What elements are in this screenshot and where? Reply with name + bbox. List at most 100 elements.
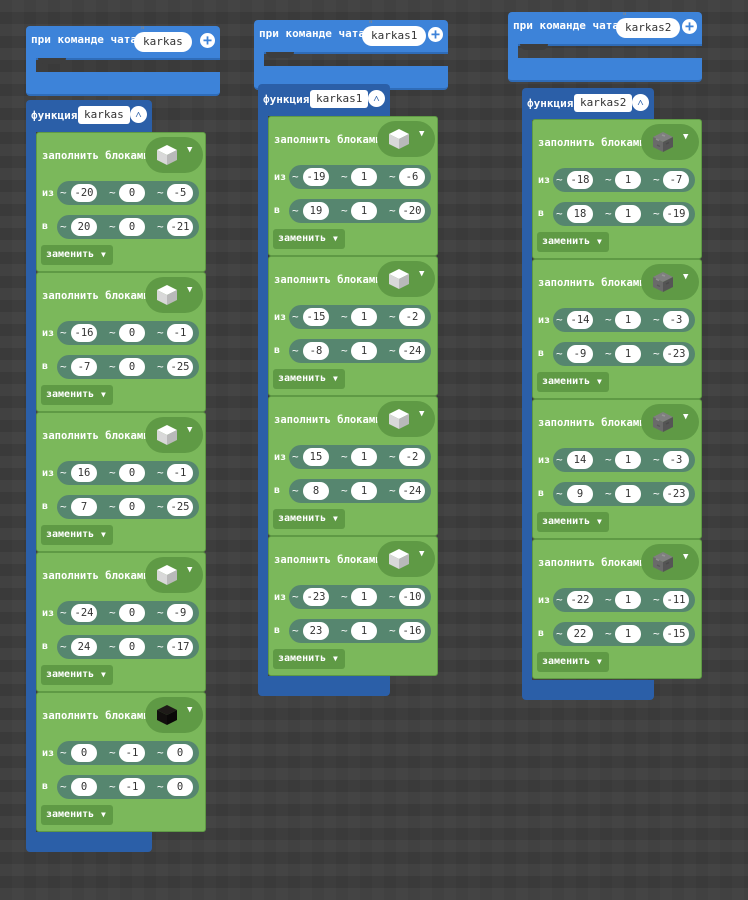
coordinate-value[interactable]: -9: [567, 345, 593, 363]
block-type-dropdown[interactable]: ▼: [145, 557, 203, 593]
fill-mode-dropdown[interactable]: заменить ▼: [273, 649, 345, 669]
coordinate-value[interactable]: 1: [351, 622, 377, 640]
coordinate-value[interactable]: -24: [399, 482, 425, 500]
coordinate-value[interactable]: -3: [663, 451, 689, 469]
coordinate-value[interactable]: 0: [71, 778, 97, 796]
coordinate-value[interactable]: -24: [71, 604, 97, 622]
fill-blocks-command[interactable]: заполнить блоками ▼ из ~15 ~1 ~ -2 в ~8 ~1 ~ -24 зам…: [268, 396, 438, 536]
coordinate-value[interactable]: 0: [71, 744, 97, 762]
fill-mode-dropdown[interactable]: заменить ▼: [41, 805, 113, 825]
block-type-dropdown[interactable]: ▼: [377, 541, 435, 577]
coordinate-value[interactable]: 19: [303, 202, 329, 220]
coordinate-value[interactable]: 0: [119, 218, 145, 236]
coordinate-value[interactable]: 1: [615, 485, 641, 503]
fill-mode-dropdown[interactable]: заменить ▼: [41, 665, 113, 685]
coordinate-value[interactable]: -25: [167, 498, 193, 516]
fill-blocks-command[interactable]: заполнить блоками ▼ из ~ -18 ~1 ~ -7 в ~18 ~1 ~ -19 з…: [532, 119, 702, 259]
block-type-dropdown[interactable]: ▼: [145, 277, 203, 313]
coordinate-value[interactable]: -15: [303, 308, 329, 326]
fill-blocks-command[interactable]: заполнить блоками ▼ из ~ -23 ~1 ~ -10 в ~23 ~1 ~ -16…: [268, 536, 438, 676]
coordinate-value[interactable]: 0: [119, 638, 145, 656]
fill-mode-dropdown[interactable]: заменить ▼: [273, 369, 345, 389]
coordinate-value[interactable]: 8: [303, 482, 329, 500]
coordinate-value[interactable]: 9: [567, 485, 593, 503]
fill-blocks-command[interactable]: заполнить блоками ▼ из ~ -16 ~0 ~ -1 в ~ -7 ~0 ~ -25 з…: [36, 272, 206, 412]
coordinate-value[interactable]: 1: [615, 171, 641, 189]
coordinate-value[interactable]: 1: [351, 482, 377, 500]
coordinate-value[interactable]: -16: [71, 324, 97, 342]
coordinate-value[interactable]: -23: [303, 588, 329, 606]
chat-command-event-block[interactable]: при команде чата karkas " +: [26, 26, 220, 96]
fill-blocks-command[interactable]: заполнить блоками ▼ из ~14 ~1 ~ -3 в ~9 ~1 ~ -23 зам…: [532, 399, 702, 539]
coordinate-value[interactable]: 1: [615, 625, 641, 643]
coordinate-value[interactable]: 14: [567, 451, 593, 469]
fill-mode-dropdown[interactable]: заменить ▼: [41, 385, 113, 405]
coordinate-value[interactable]: 0: [119, 604, 145, 622]
coordinate-value[interactable]: 0: [119, 498, 145, 516]
coordinate-value[interactable]: -2: [399, 448, 425, 466]
fill-mode-dropdown[interactable]: заменить ▼: [273, 509, 345, 529]
coordinate-value[interactable]: 0: [119, 184, 145, 202]
coordinate-value[interactable]: -9: [167, 604, 193, 622]
coordinate-value[interactable]: -24: [399, 342, 425, 360]
coordinate-value[interactable]: -5: [167, 184, 193, 202]
fill-blocks-command[interactable]: заполнить блоками ▼ из ~16 ~0 ~ -1 в ~7 ~0 ~ -25 зам…: [36, 412, 206, 552]
coordinate-value[interactable]: 1: [351, 588, 377, 606]
coordinate-value[interactable]: 1: [615, 311, 641, 329]
block-type-dropdown[interactable]: ▼: [145, 137, 203, 173]
collapse-chevron-icon[interactable]: ˄: [130, 106, 147, 123]
coordinate-value[interactable]: -15: [663, 625, 689, 643]
coordinate-value[interactable]: -20: [399, 202, 425, 220]
function-name-input[interactable]: karkas2: [574, 94, 633, 112]
chat-command-event-block[interactable]: при команде чата karkas2 " +: [508, 12, 702, 82]
coordinate-value[interactable]: -10: [399, 588, 425, 606]
function-name-input[interactable]: karkas1: [310, 90, 369, 108]
function-name-input[interactable]: karkas: [78, 106, 130, 124]
fill-blocks-command[interactable]: заполнить блоками ▼ из ~ -19 ~1 ~ -6 в ~19 ~1 ~ -20 з…: [268, 116, 438, 256]
collapse-chevron-icon[interactable]: ˄: [632, 94, 649, 111]
block-type-dropdown[interactable]: ▼: [641, 264, 699, 300]
coordinate-value[interactable]: 24: [71, 638, 97, 656]
coordinate-value[interactable]: 23: [303, 622, 329, 640]
collapse-chevron-icon[interactable]: ˄: [368, 90, 385, 107]
fill-mode-dropdown[interactable]: заменить ▼: [537, 372, 609, 392]
fill-mode-dropdown[interactable]: заменить ▼: [537, 652, 609, 672]
coordinate-value[interactable]: -19: [303, 168, 329, 186]
fill-mode-dropdown[interactable]: заменить ▼: [41, 525, 113, 545]
coordinate-value[interactable]: 1: [615, 591, 641, 609]
coordinate-value[interactable]: -16: [399, 622, 425, 640]
coordinate-value[interactable]: 16: [71, 464, 97, 482]
fill-blocks-command[interactable]: заполнить блоками ▼ из ~ -24 ~0 ~ -9 в ~24 ~0 ~ -17 з…: [36, 552, 206, 692]
block-type-dropdown[interactable]: ▼: [145, 417, 203, 453]
coordinate-value[interactable]: 15: [303, 448, 329, 466]
coordinate-value[interactable]: -1: [167, 324, 193, 342]
coordinate-value[interactable]: 0: [119, 358, 145, 376]
coordinate-value[interactable]: 18: [567, 205, 593, 223]
coordinate-value[interactable]: -7: [71, 358, 97, 376]
fill-blocks-command[interactable]: заполнить блоками ▼ из ~ -22 ~1 ~ -11 в ~22 ~1 ~ -15…: [532, 539, 702, 679]
plus-icon[interactable]: +: [428, 27, 443, 42]
coordinate-value[interactable]: 1: [351, 202, 377, 220]
coordinate-value[interactable]: -21: [167, 218, 193, 236]
fill-blocks-command[interactable]: заполнить блоками ▼ из ~ -20 ~0 ~ -5 в ~20 ~0 ~ -21 з…: [36, 132, 206, 272]
block-type-dropdown[interactable]: ▼: [377, 261, 435, 297]
fill-blocks-command[interactable]: заполнить блоками ▼ из ~ -15 ~1 ~ -2 в ~ -8 ~1 ~ -24 з…: [268, 256, 438, 396]
function-definition-block[interactable]: функция karkas ˄: [26, 100, 152, 132]
coordinate-value[interactable]: -1: [167, 464, 193, 482]
fill-blocks-command[interactable]: заполнить блоками ▼ из ~0 ~ -1 ~0 в ~0 ~ -1 ~0 замен…: [36, 692, 206, 832]
coordinate-value[interactable]: -18: [567, 171, 593, 189]
coordinate-value[interactable]: 7: [71, 498, 97, 516]
coordinate-value[interactable]: -11: [663, 591, 689, 609]
coordinate-value[interactable]: -23: [663, 345, 689, 363]
function-definition-block[interactable]: функция karkas1 ˄: [258, 84, 390, 116]
coordinate-value[interactable]: 22: [567, 625, 593, 643]
chat-command-event-block[interactable]: при команде чата karkas1 " +: [254, 20, 448, 90]
fill-mode-dropdown[interactable]: заменить ▼: [41, 245, 113, 265]
block-type-dropdown[interactable]: ▼: [145, 697, 203, 733]
block-type-dropdown[interactable]: ▼: [377, 121, 435, 157]
coordinate-value[interactable]: -2: [399, 308, 425, 326]
coordinate-value[interactable]: -14: [567, 311, 593, 329]
coordinate-value[interactable]: -20: [71, 184, 97, 202]
coordinate-value[interactable]: -22: [567, 591, 593, 609]
fill-mode-dropdown[interactable]: заменить ▼: [273, 229, 345, 249]
